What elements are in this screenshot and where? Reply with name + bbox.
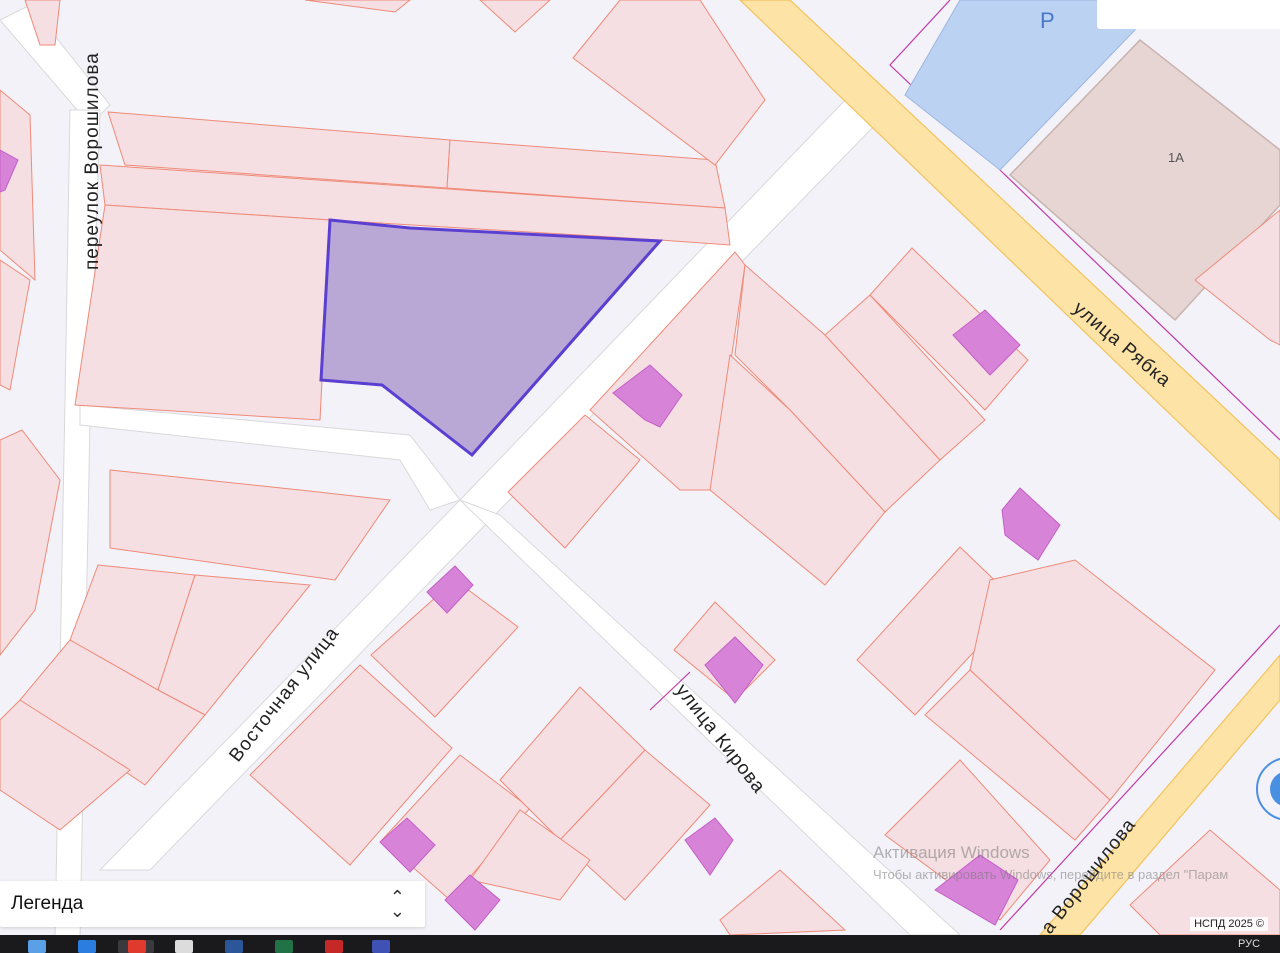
legend-toggle[interactable]: Легенда ⌃ ⌄: [0, 881, 425, 927]
taskbar: РУС: [0, 935, 1280, 953]
language-indicator[interactable]: РУС: [1238, 938, 1260, 950]
copyright: НСПД 2025 ©: [1190, 917, 1268, 931]
opera-icon[interactable]: [325, 940, 343, 953]
yandex-browser-logo: [128, 940, 146, 953]
cadastral-map[interactable]: P 1А Восточная улица улица Кирова улица …: [0, 0, 1280, 935]
top-panel: [1097, 0, 1280, 29]
parking-label: P: [1040, 8, 1055, 33]
building-1a-label: 1А: [1168, 150, 1184, 165]
edge-icon[interactable]: [78, 940, 96, 953]
chrome-icon[interactable]: [175, 940, 193, 953]
word-icon[interactable]: [225, 940, 243, 953]
chevron-updown-icon: ⌃ ⌄: [389, 887, 405, 921]
street-label-kirova: улица Кирова: [671, 680, 769, 798]
street-label-pereulok: переулок Ворошилова: [82, 52, 103, 270]
save-icon[interactable]: [372, 940, 390, 953]
legend-label: Легенда: [11, 893, 84, 914]
excel-icon[interactable]: [275, 940, 293, 953]
notes-icon[interactable]: [28, 940, 46, 953]
